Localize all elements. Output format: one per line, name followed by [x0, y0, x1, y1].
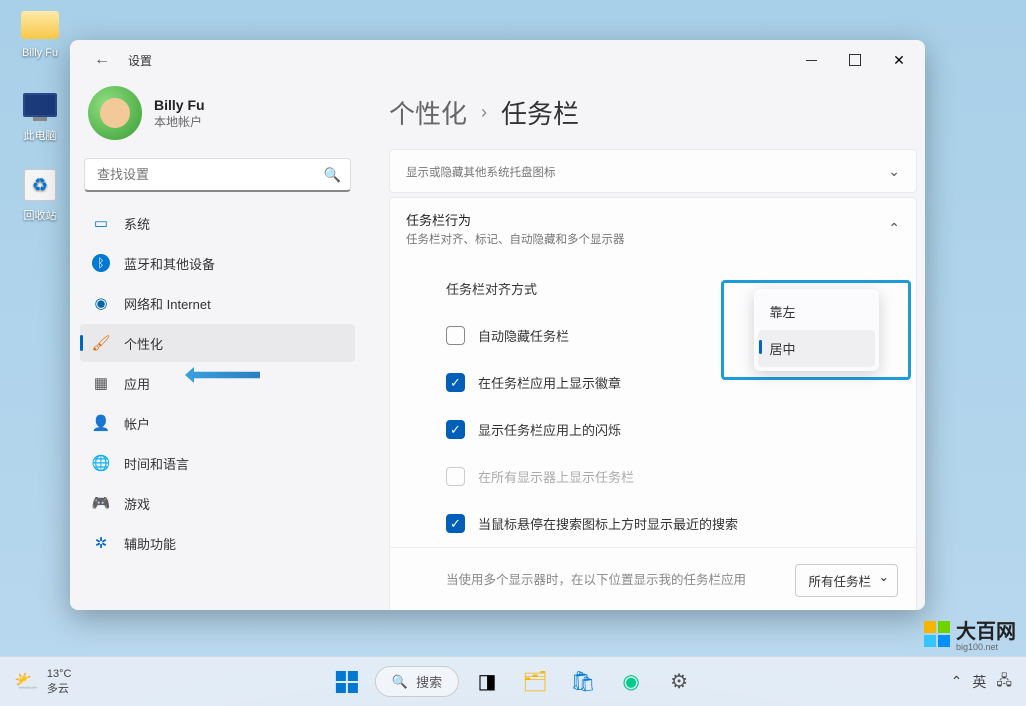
nav-list: ▭系统 ᛒ蓝牙和其他设备 ◉网络和 Internet 🖌个性化 ▦应用 👤帐户 … — [80, 204, 355, 562]
chevron-down-icon: ⌄ — [888, 163, 900, 180]
dropdown-option-left[interactable]: 靠左 — [758, 293, 875, 330]
desktop-icon-folder[interactable]: Billy Fu — [10, 5, 70, 59]
tray-chevron-icon[interactable]: ⌃ — [951, 673, 963, 690]
desktop-icon-recycle[interactable]: ♻ 回收站 — [10, 165, 70, 223]
bluetooth-icon: ᛒ — [92, 254, 110, 272]
wifi-icon: ◉ — [92, 294, 110, 312]
user-type: 本地帐户 — [154, 113, 205, 130]
settings-button[interactable]: ⚙ — [659, 662, 699, 702]
section-subtitle: 显示或隐藏其他系统托盘图标 — [406, 164, 888, 180]
chevron-up-icon: ⌃ — [888, 220, 900, 237]
taskbar-weather[interactable]: ⛅ 13°C 多云 — [14, 668, 71, 696]
network-icon[interactable]: 🖧 — [996, 670, 1012, 694]
gamepad-icon: 🎮 — [92, 494, 110, 512]
option-recentsearch[interactable]: ✓当鼠标悬停在搜索图标上方时显示最近的搜索 — [390, 500, 916, 547]
globe-icon: 🌐 — [92, 454, 110, 472]
user-name: Billy Fu — [154, 97, 205, 113]
multi-select[interactable]: 所有任务栏 — [795, 564, 898, 597]
nav-time[interactable]: 🌐时间和语言 — [80, 444, 355, 482]
close-button[interactable]: ✕ — [877, 45, 921, 75]
maximize-button[interactable] — [833, 45, 877, 75]
nav-bluetooth[interactable]: ᛒ蓝牙和其他设备 — [80, 244, 355, 282]
apps-icon: ▦ — [92, 374, 110, 392]
section-tray[interactable]: 显示或隐藏其他系统托盘图标 ⌄ — [389, 149, 917, 193]
watermark: 大百网 big100.net — [924, 615, 1016, 652]
section-behavior: 任务栏行为 任务栏对齐、标记、自动隐藏和多个显示器 ⌃ 任务栏对齐方式 自动隐藏… — [389, 197, 917, 610]
option-flash[interactable]: ✓显示任务栏应用上的闪烁 — [390, 406, 916, 453]
checkbox-icon[interactable]: ✓ — [446, 420, 465, 439]
search-input[interactable] — [84, 158, 351, 192]
checkbox-icon[interactable]: ✓ — [446, 514, 465, 533]
sidebar: Billy Fu 本地帐户 🔍 ▭系统 ᛒ蓝牙和其他设备 ◉网络和 Intern… — [70, 80, 365, 610]
search-icon: 🔍 — [324, 167, 341, 184]
option-allmonitors: 在所有显示器上显示任务栏 — [390, 453, 916, 500]
desktop-icon-label: Billy Fu — [10, 47, 70, 59]
search-box[interactable]: 🔍 — [84, 158, 351, 192]
nav-system[interactable]: ▭系统 — [80, 204, 355, 242]
taskbar-search[interactable]: 🔍搜索 — [375, 666, 459, 697]
explorer-button[interactable]: 🗂 — [515, 662, 555, 702]
desktop-icon-label: 回收站 — [10, 207, 70, 223]
nav-network[interactable]: ◉网络和 Internet — [80, 284, 355, 322]
breadcrumb: 个性化 › 任务栏 — [389, 80, 917, 149]
desktop-icon-label: 此电脑 — [10, 127, 70, 143]
multi-monitor-row: 当使用多个显示器时，在以下位置显示我的任务栏应用 所有任务栏 — [390, 547, 916, 610]
nav-accounts[interactable]: 👤帐户 — [80, 404, 355, 442]
section-title: 任务栏行为 — [406, 210, 888, 229]
task-view-button[interactable]: ◨ — [467, 662, 507, 702]
alignment-label: 任务栏对齐方式 — [446, 279, 537, 298]
back-button[interactable]: ← — [84, 45, 120, 75]
avatar — [88, 86, 142, 140]
nav-accessibility[interactable]: ✲辅助功能 — [80, 524, 355, 562]
search-icon: 🔍 — [392, 674, 408, 690]
edge-button[interactable]: ◉ — [611, 662, 651, 702]
checkbox-icon — [446, 467, 465, 486]
minimize-button[interactable] — [789, 45, 833, 75]
store-button[interactable]: 🛍 — [563, 662, 603, 702]
user-block[interactable]: Billy Fu 本地帐户 — [80, 80, 355, 158]
dropdown-option-center[interactable]: 居中 — [758, 330, 875, 367]
checkbox-icon[interactable] — [446, 326, 465, 345]
monitor-icon: ▭ — [92, 214, 110, 232]
nav-apps[interactable]: ▦应用 — [80, 364, 355, 402]
tray-lang[interactable]: 英 — [972, 672, 986, 692]
section-header[interactable]: 任务栏行为 任务栏对齐、标记、自动隐藏和多个显示器 ⌃ — [390, 198, 916, 259]
nav-personalization[interactable]: 🖌个性化 — [80, 324, 355, 362]
checkbox-icon[interactable]: ✓ — [446, 373, 465, 392]
breadcrumb-current: 任务栏 — [501, 94, 579, 131]
weather-icon: ⛅ — [14, 669, 39, 694]
breadcrumb-parent[interactable]: 个性化 — [389, 94, 467, 131]
alignment-dropdown-highlight: 靠左 居中 — [721, 280, 911, 380]
nav-games[interactable]: 🎮游戏 — [80, 484, 355, 522]
window-title: 设置 — [128, 52, 152, 69]
main-content: 个性化 › 任务栏 显示或隐藏其他系统托盘图标 ⌄ 任务栏行为 任务栏对齐、标记… — [365, 80, 925, 610]
chevron-right-icon: › — [481, 102, 487, 123]
accessibility-icon: ✲ — [92, 534, 110, 552]
system-tray: ⌃ 英 🖧 — [951, 670, 1012, 694]
taskbar: ⛅ 13°C 多云 🔍搜索 ◨ 🗂 🛍 ◉ ⚙ ⌃ 英 🖧 — [0, 656, 1026, 706]
alignment-dropdown: 靠左 居中 — [754, 289, 879, 371]
section-subtitle: 任务栏对齐、标记、自动隐藏和多个显示器 — [406, 231, 888, 247]
settings-window: ← 设置 ✕ Billy Fu 本地帐户 🔍 — [70, 40, 925, 610]
multi-text: 当使用多个显示器时，在以下位置显示我的任务栏应用 — [446, 571, 779, 590]
desktop-icon-thispc[interactable]: 此电脑 — [10, 85, 70, 143]
brush-icon: 🖌 — [92, 334, 110, 352]
person-icon: 👤 — [92, 414, 110, 432]
titlebar: ← 设置 ✕ — [70, 40, 925, 80]
start-button[interactable] — [327, 662, 367, 702]
